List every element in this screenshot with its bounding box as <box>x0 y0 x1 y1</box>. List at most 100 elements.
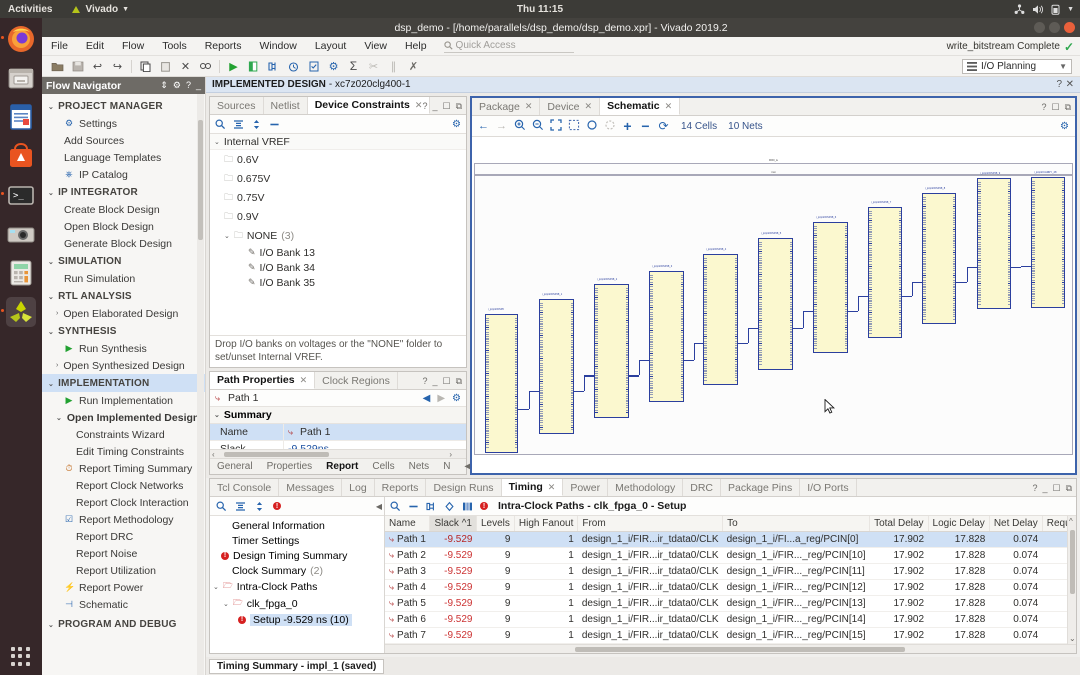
path-properties-summary-header[interactable]: ⌄ Summary <box>210 407 466 424</box>
timing-icon[interactable] <box>284 57 303 76</box>
table-row[interactable]: ⤷ Path 3 -9.529 9 1 design_1_i/FIR...ir_tdata… <box>385 563 1076 580</box>
expand-all-icon[interactable] <box>251 119 262 130</box>
schematic-block[interactable]: i_ip/p/2/DSP48_4 <box>703 248 738 385</box>
schematic-canvas[interactable]: FIR0_iu inst i_ip/p/2/DSP0 i_ip/p/2/DSP48… <box>472 137 1075 473</box>
tree-row-vref-09[interactable]: 🗀 0.9V <box>210 207 466 226</box>
run-icon[interactable]: ▶ <box>224 57 243 76</box>
close-icon[interactable]: ✕ <box>548 482 556 493</box>
tab-messages[interactable]: Messages <box>279 479 343 496</box>
fn-item-report-methodology[interactable]: ☑ Report Methodology <box>42 511 205 528</box>
timing-tree-clk-fpga-0[interactable]: ⌄ 🗁 clk_fpga_0 <box>210 595 384 612</box>
tab-reports[interactable]: Reports <box>375 479 427 496</box>
chevron-down-icon[interactable]: ▼ <box>1067 6 1074 13</box>
col-from[interactable]: From <box>577 516 724 532</box>
methodology-icon[interactable] <box>304 57 323 76</box>
minimize-icon[interactable]: _ <box>432 376 437 386</box>
collapse-all-icon[interactable] <box>233 119 244 130</box>
fn-group-project-manager[interactable]: ⌄ PROJECT MANAGER <box>42 97 205 115</box>
search-replace-icon[interactable] <box>196 57 215 76</box>
tab-package[interactable]: Package ✕ <box>472 98 541 115</box>
tab-device-constraints[interactable]: Device Constraints ✕ <box>307 97 431 114</box>
maximize-icon[interactable]: ☐ <box>1051 102 1059 113</box>
path-property-row-slack[interactable]: Slack -9.529ns <box>210 441 466 449</box>
table-row[interactable]: ⤷ Path 6 -9.529 9 1 design_1_i/FIR...ir_tdata… <box>385 611 1076 628</box>
search-icon[interactable] <box>390 500 401 512</box>
collapse-all-icon[interactable]: ⇕ <box>160 80 168 91</box>
maximize-button[interactable] <box>1049 22 1060 33</box>
table-row[interactable]: ⤷ Path 2 -9.529 9 1 design_1_i/FIR...ir_tdata… <box>385 547 1076 564</box>
zoom-fit-icon[interactable] <box>549 118 562 134</box>
menu-reports[interactable]: Reports <box>196 40 251 52</box>
float-icon[interactable]: ⧉ <box>456 101 462 112</box>
col-slack[interactable]: Slack ^1 <box>429 516 477 532</box>
refresh-icon[interactable] <box>585 119 598 134</box>
tab-sources[interactable]: Sources <box>210 97 264 114</box>
schematic-icon[interactable] <box>264 57 283 76</box>
tab-schematic[interactable]: Schematic ✕ <box>600 98 681 115</box>
timing-tree-design-timing-summary[interactable]: ! Design Timing Summary <box>210 548 384 563</box>
fn-item-report-clock-interaction[interactable]: Report Clock Interaction <box>42 494 205 511</box>
columns-icon[interactable] <box>462 501 473 512</box>
status-chip[interactable]: Timing Summary - impl_1 (saved) <box>209 658 385 674</box>
table-row[interactable]: ⤷ Path 7 -9.529 9 1 design_1_i/FIR...ir_tdata… <box>385 627 1076 644</box>
help-icon[interactable]: ? <box>1056 79 1062 90</box>
undo-icon[interactable]: ↩ <box>88 57 107 76</box>
zoom-in-icon[interactable] <box>513 119 526 134</box>
maximize-icon[interactable]: ☐ <box>442 376 450 387</box>
diamond-icon[interactable] <box>444 501 455 512</box>
rotate-icon[interactable] <box>603 119 616 134</box>
tree-row-vref-none[interactable]: ⌄ 🗀 NONE (3) <box>210 226 466 245</box>
app-menu-vivado[interactable]: Vivado ▼ <box>72 4 129 15</box>
tab-methodology[interactable]: Methodology <box>608 479 684 496</box>
timing-tree-intra-clock-paths[interactable]: ⌄ 🗁 Intra-Clock Paths <box>210 578 384 595</box>
scroll-up-icon[interactable]: ^ <box>1069 517 1073 526</box>
help-icon[interactable]: ? <box>1032 483 1037 493</box>
zoom-out-icon[interactable] <box>531 119 544 134</box>
fn-group-simulation[interactable]: ⌄ SIMULATION <box>42 252 205 270</box>
col-net-delay[interactable]: Net Delay <box>989 516 1043 532</box>
libreoffice-writer-icon[interactable] <box>6 102 36 132</box>
open-project-icon[interactable] <box>48 57 67 76</box>
clear-icon[interactable]: ✗ <box>404 57 423 76</box>
fn-item-settings[interactable]: ⚙ Settings <box>42 115 205 132</box>
fn-item-schematic[interactable]: ⊣ Schematic <box>42 596 205 613</box>
tree-row-internal-vref[interactable]: ⌄ Internal VREF <box>210 134 466 150</box>
tree-row-vref-06[interactable]: 🗀 0.6V <box>210 150 466 169</box>
terminal-icon[interactable]: >_ <box>1 180 36 210</box>
fn-item-report-noise[interactable]: Report Noise <box>42 545 205 562</box>
zoom-area-icon[interactable] <box>567 119 580 134</box>
forward-icon[interactable]: ▶ <box>437 393 445 404</box>
help-icon[interactable]: ? <box>1041 102 1046 112</box>
close-icon[interactable]: ✕ <box>300 375 308 386</box>
help-icon[interactable]: ? <box>186 80 191 91</box>
schematic-block[interactable]: i_ip/p/2/DSP48_7 <box>868 201 902 338</box>
quick-access-input[interactable]: Quick Access <box>443 39 574 53</box>
reload-icon[interactable]: ⟳ <box>657 119 670 133</box>
search-icon[interactable] <box>216 500 227 512</box>
tree-row-io-bank-13[interactable]: ✎ I/O Bank 13 <box>210 245 466 260</box>
col-high-fanout[interactable]: High Fanout <box>514 516 579 532</box>
close-icon[interactable]: ✕ <box>585 101 593 112</box>
fn-group-program-and-debug[interactable]: ⌄ PROGRAM AND DEBUG <box>42 615 205 633</box>
menu-layout[interactable]: Layout <box>306 40 356 52</box>
col-total-delay[interactable]: Total Delay <box>869 516 929 532</box>
close-button[interactable] <box>1064 22 1075 33</box>
menu-file[interactable]: File <box>42 40 77 52</box>
sigma-icon[interactable]: Σ <box>344 57 363 76</box>
route-icon[interactable]: ✂ <box>364 57 383 76</box>
table-row[interactable]: ⤷ Path 5 -9.529 9 1 design_1_i/FIR...ir_tdata… <box>385 595 1076 612</box>
fn-item-add-sources[interactable]: Add Sources <box>42 132 205 149</box>
menu-edit[interactable]: Edit <box>77 40 113 52</box>
fn-item-report-timing-summary[interactable]: ⏱ Report Timing Summary <box>42 460 205 477</box>
footer-tab-report[interactable]: Report <box>319 461 365 472</box>
tab-device[interactable]: Device ✕ <box>540 98 601 115</box>
report-icon[interactable] <box>244 57 263 76</box>
schematic-block[interactable]: i_ip/p/2/DSP0 <box>485 308 518 453</box>
timing-table-vscrollbar[interactable]: ^ ⌄ <box>1067 516 1076 644</box>
volume-icon[interactable] <box>1032 4 1044 15</box>
float-icon[interactable]: ⧉ <box>456 376 462 387</box>
vivado-icon[interactable] <box>1 297 36 327</box>
timing-tree-timer-settings[interactable]: Timer Settings <box>210 533 384 548</box>
footer-tab-cells[interactable]: Cells <box>365 461 401 472</box>
footer-tab-nets[interactable]: Nets <box>402 461 437 472</box>
